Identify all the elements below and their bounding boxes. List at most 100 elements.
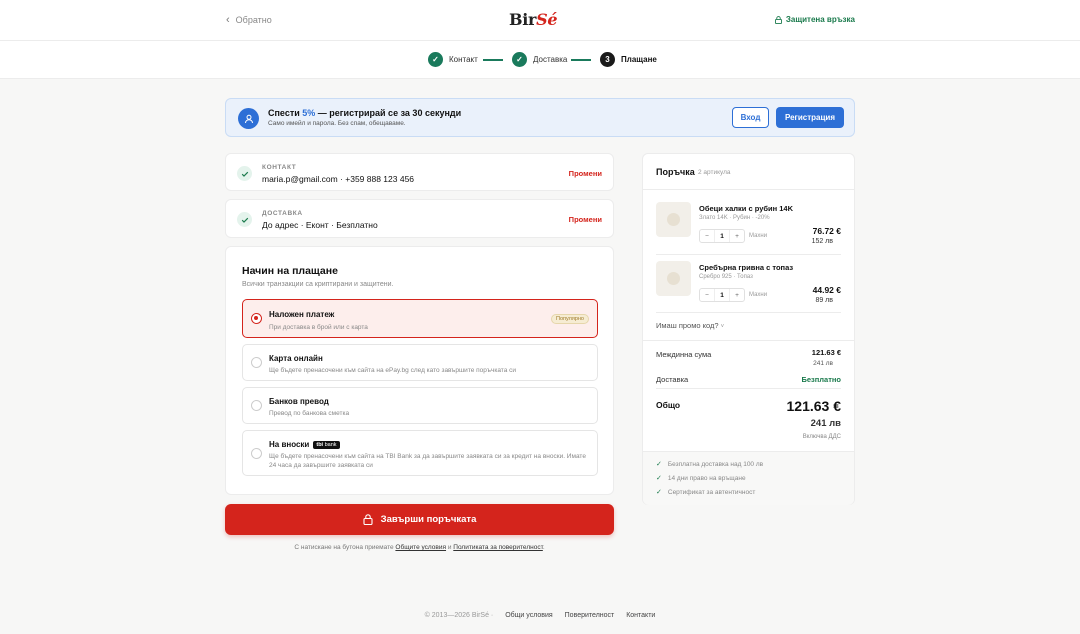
divider <box>643 189 854 190</box>
option-desc: При доставка в брой или с карта <box>269 324 368 331</box>
item-price-bgn: 152 лв <box>811 238 833 245</box>
delivery-label: ДОСТАВКА <box>262 210 303 217</box>
quantity-stepper[interactable]: − 1 + <box>699 288 745 302</box>
payment-method-card: Начин на плащане Всички транзакции са кр… <box>225 246 614 495</box>
shipping-label: Доставка <box>656 375 689 384</box>
subtotal-eur: 121.63 € <box>811 348 841 357</box>
step-connector <box>571 59 591 61</box>
item-name: Обеци халки с рубин 14K <box>699 204 794 213</box>
remove-item-button[interactable]: Махни <box>749 233 767 239</box>
option-name: Банков превод <box>269 397 329 406</box>
divider <box>656 388 841 389</box>
top-bar: ‹ Обратно BirSé Защитена връзка <box>0 0 1080 41</box>
step-number: 3 <box>600 52 615 67</box>
payment-title: Начин на плащане <box>242 265 338 277</box>
complete-order-button[interactable]: Завърши поръчката <box>225 504 614 535</box>
promo-title: Спести 5% — регистрирай се за 30 секунди <box>268 108 462 118</box>
radio[interactable] <box>251 357 262 368</box>
footer-link-contacts[interactable]: Контакти <box>626 612 655 619</box>
privacy-link[interactable]: Политиката за поверителност <box>453 544 543 551</box>
quantity-value: 1 <box>714 230 730 242</box>
contact-value: maria.p@gmail.com · +359 888 123 456 <box>262 174 415 184</box>
step-label: Доставка <box>533 55 568 64</box>
item-price-eur: 44.92 € <box>812 285 841 295</box>
secure-label: Защитена връзка <box>785 15 855 24</box>
step-connector <box>483 59 503 61</box>
lock-icon <box>363 514 373 525</box>
option-name: Карта онлайн <box>269 354 323 363</box>
plus-button[interactable]: + <box>730 289 744 301</box>
promo-subtitle: Само имейл и парола. Без спам, обещаваме… <box>268 120 406 127</box>
footer-link-terms[interactable]: Общи условия <box>505 612 552 619</box>
step-delivery[interactable]: ✓ Доставка <box>512 52 567 67</box>
payment-option-card[interactable]: Карта онлайн Ще бъдете пренасочени към с… <box>242 344 598 381</box>
product-image <box>656 202 691 237</box>
checkout-steps: ✓ Контакт ✓ Доставка 3 Плащане <box>0 41 1080 79</box>
minus-button[interactable]: − <box>700 230 714 242</box>
copyright: © 2013—2026 BirSé · <box>424 612 494 619</box>
chevron-left-icon: ‹ <box>226 14 230 26</box>
order-summary: Поръчка 2 артикула Обеци халки с рубин 1… <box>642 153 855 505</box>
plus-button[interactable]: + <box>730 230 744 242</box>
terms-note: С натискане на бутона приемате Общите ус… <box>294 544 545 551</box>
popular-badge: Популярно <box>551 314 589 324</box>
cta-label: Завърши поръчката <box>380 514 477 525</box>
register-button[interactable]: Регистрация <box>776 107 844 128</box>
divider <box>643 340 854 341</box>
perk-item: ✓ Безплатна доставка над 100 лв <box>656 460 764 469</box>
option-desc: Превод по банкова сметка <box>269 410 350 417</box>
check-icon: ✓ <box>656 461 662 468</box>
edit-delivery-button[interactable]: Промени <box>569 215 602 224</box>
perk-item: ✓ Сертификат за автентичност <box>656 488 756 497</box>
back-link[interactable]: ‹ Обратно <box>226 14 272 26</box>
option-desc: Ще бъдете пренасочени към сайта на ePay.… <box>269 367 517 374</box>
promo-code-toggle[interactable]: Имаш промо код? ˅ <box>656 321 724 330</box>
total-eur: 121.63 € <box>786 398 842 414</box>
order-count: 2 артикула <box>698 169 731 176</box>
item-price-eur: 76.72 € <box>812 226 841 236</box>
radio[interactable] <box>251 448 262 459</box>
order-title: Поръчка <box>656 167 695 177</box>
option-name: На вноски tbi bank <box>269 440 340 449</box>
radio[interactable] <box>251 400 262 411</box>
footer-link-privacy[interactable]: Поверителност <box>565 612 615 619</box>
minus-button[interactable]: − <box>700 289 714 301</box>
total-bgn: 241 лв <box>810 418 841 429</box>
perk-item: ✓ 14 дни право на връщане <box>656 474 746 483</box>
perks-list: ✓ Безплатна доставка над 100 лв ✓ 14 дни п… <box>643 451 854 505</box>
check-icon: ✓ <box>656 489 662 496</box>
contact-summary: КОНТАКТ maria.p@gmail.com · +359 888 123… <box>225 153 614 191</box>
step-label: Контакт <box>449 55 478 64</box>
quantity-value: 1 <box>714 289 730 301</box>
divider <box>656 254 841 255</box>
terms-link[interactable]: Общите условия <box>395 544 446 551</box>
payment-subtitle: Всички транзакции са криптирани и защите… <box>242 281 394 288</box>
item-name: Сребърна гривна с топаз <box>699 263 794 272</box>
check-icon: ✓ <box>656 475 662 482</box>
item-desc: Злато 14K · Рубин · -20% <box>699 215 770 221</box>
quantity-stepper[interactable]: − 1 + <box>699 229 745 243</box>
secure-connection: Защитена връзка <box>774 15 855 24</box>
check-icon: ✓ <box>428 52 443 67</box>
payment-option-bank-transfer[interactable]: Банков превод Превод по банкова сметка <box>242 387 598 424</box>
step-payment: 3 Плащане <box>600 52 657 67</box>
subtotal-label: Междинна сума <box>656 350 712 359</box>
edit-contact-button[interactable]: Промени <box>569 169 602 178</box>
total-label: Общо <box>656 400 681 410</box>
payment-option-installments[interactable]: На вноски tbi bank Ще бъдете пренасочени … <box>242 430 598 476</box>
login-button[interactable]: Вход <box>732 107 769 128</box>
user-icon <box>238 108 259 129</box>
item-desc: Сребро 925 · Топаз <box>699 274 753 280</box>
remove-item-button[interactable]: Махни <box>749 292 767 298</box>
shipping-value: Безплатно <box>801 375 841 384</box>
payment-option-cod[interactable]: Наложен платеж При доставка в брой или с… <box>242 299 598 338</box>
vat-note: Включва ДДС <box>802 434 841 440</box>
lock-icon <box>774 15 782 24</box>
logo[interactable]: BirSé <box>509 10 558 29</box>
check-icon: ✓ <box>512 52 527 67</box>
check-icon <box>237 166 252 181</box>
radio-selected[interactable] <box>251 313 262 324</box>
step-contact[interactable]: ✓ Контакт <box>428 52 478 67</box>
contact-label: КОНТАКТ <box>262 164 297 171</box>
option-name: Наложен платеж <box>269 310 335 319</box>
